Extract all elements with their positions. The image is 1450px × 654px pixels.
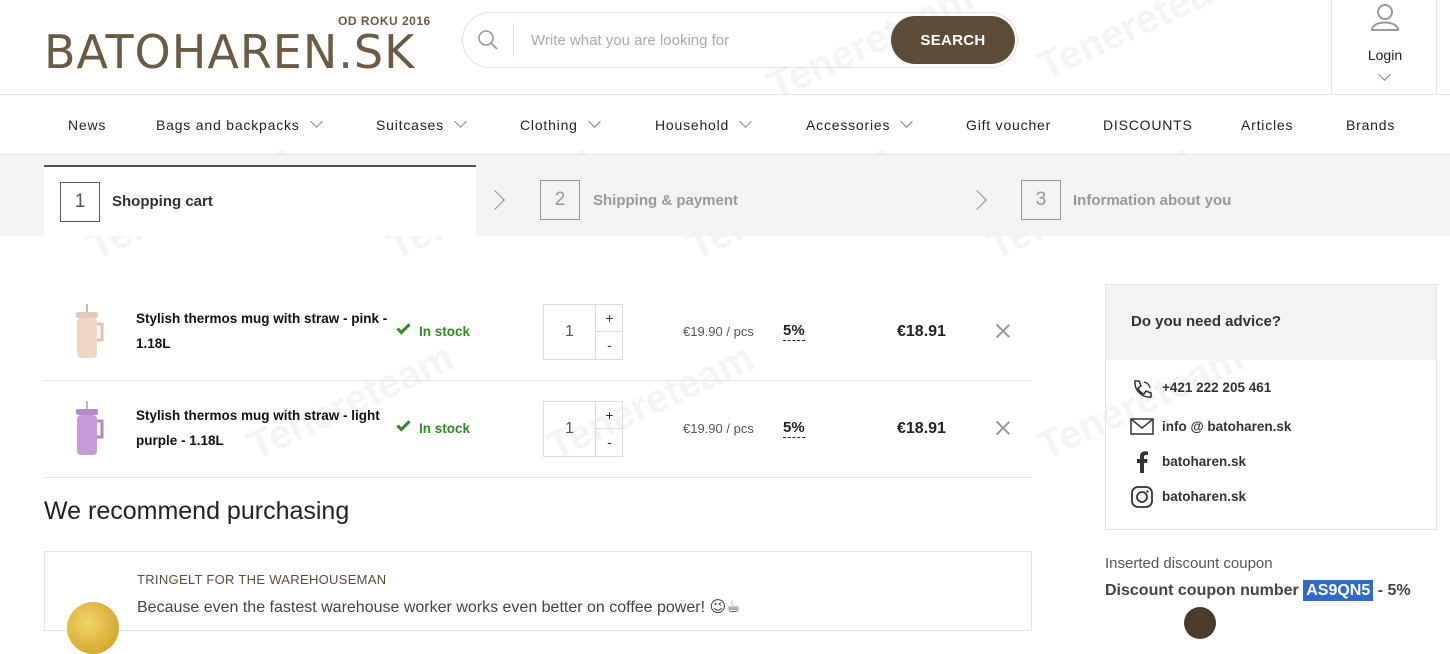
coupon-label: Inserted discount coupon xyxy=(1105,555,1273,572)
facebook-link[interactable]: batoharen.sk xyxy=(1162,454,1246,469)
nav-item-news[interactable]: News xyxy=(68,117,106,133)
recommend-item-name[interactable]: TRINGELT FOR THE WAREHOUSEMAN xyxy=(137,572,386,587)
instagram-link[interactable]: batoharen.sk xyxy=(1162,489,1246,504)
quantity-input[interactable]: 1 xyxy=(544,305,596,359)
phone-link[interactable]: +421 222 205 461 xyxy=(1162,380,1271,395)
quantity-increase-button[interactable]: + xyxy=(596,305,623,332)
unit-price: €19.90 / pcs xyxy=(683,421,754,436)
product-image[interactable] xyxy=(68,401,108,459)
recommend-item-description: Because even the fastest warehouse worke… xyxy=(137,599,741,616)
chevron-down-icon xyxy=(1378,68,1391,81)
search-divider xyxy=(513,23,514,57)
recommend-item[interactable]: TRINGELT FOR THE WAREHOUSEMAN Because ev… xyxy=(44,551,1032,654)
nav-label: News xyxy=(68,117,107,133)
chevron-down-icon xyxy=(309,115,323,128)
instagram-icon xyxy=(1131,486,1153,508)
line-total: €18.91 xyxy=(897,420,946,437)
nav-label: Articles xyxy=(1241,117,1294,133)
product-name[interactable]: Stylish thermos mug with straw - pink - … xyxy=(136,306,391,356)
chevron-right-icon xyxy=(967,190,987,210)
nav-item-brands[interactable]: Brands xyxy=(1346,117,1395,133)
stock-label: In stock xyxy=(419,421,471,436)
chevron-right-icon xyxy=(485,190,505,210)
step-shopping-cart[interactable]: 1 Shopping cart xyxy=(44,165,476,236)
quantity-decrease-button[interactable]: - xyxy=(596,429,623,456)
nav-item-accessories[interactable]: Accessories xyxy=(806,115,914,133)
nav-item-gift-voucher[interactable]: Gift voucher xyxy=(966,117,1051,133)
coupon-suffix: - 5% xyxy=(1373,582,1411,599)
quantity-stepper: 1 + - xyxy=(543,401,623,457)
search-bar: SEARCH xyxy=(462,12,1018,68)
search-icon[interactable] xyxy=(477,29,499,51)
step-number: 3 xyxy=(1021,180,1061,220)
remove-item-icon[interactable] xyxy=(994,419,1012,437)
nav-label: DISCOUNTS xyxy=(1103,117,1193,133)
advice-header: Do you need advice? xyxy=(1106,285,1436,360)
nav-label: Brands xyxy=(1346,117,1396,133)
line-total: €18.91 xyxy=(897,323,946,340)
login-button[interactable]: Login xyxy=(1331,0,1437,95)
nav-label: Gift voucher xyxy=(966,117,1052,133)
quantity-decrease-button[interactable]: - xyxy=(596,332,623,359)
stock-status: In stock xyxy=(396,320,471,339)
chevron-down-icon xyxy=(587,115,601,128)
quantity-input[interactable]: 1 xyxy=(544,402,596,456)
advice-panel: Do you need advice? +421 222 205 461 inf… xyxy=(1105,284,1437,530)
step-label: Information about you xyxy=(1073,192,1232,209)
nav-item-household[interactable]: Household xyxy=(655,115,753,133)
search-input[interactable] xyxy=(531,27,871,53)
cart-row: Stylish thermos mug with straw - light p… xyxy=(44,381,1032,478)
step-number: 2 xyxy=(540,180,580,220)
remove-item-icon[interactable] xyxy=(994,322,1012,340)
coupon-prefix: Discount coupon number xyxy=(1105,582,1299,599)
facebook-icon xyxy=(1137,451,1148,473)
product-image[interactable] xyxy=(68,304,108,362)
chevron-down-icon xyxy=(739,115,753,128)
discount-percent[interactable]: 5% xyxy=(783,419,805,438)
phone-icon xyxy=(1134,380,1152,398)
product-name[interactable]: Stylish thermos mug with straw - light p… xyxy=(136,403,391,453)
mail-icon xyxy=(1130,418,1154,435)
advice-title: Do you need advice? xyxy=(1131,313,1282,330)
cart-row: Stylish thermos mug with straw - pink - … xyxy=(44,284,1032,381)
chevron-down-icon xyxy=(454,115,467,128)
coupon-code[interactable]: AS9QN5 xyxy=(1303,580,1374,601)
recommend-heading: We recommend purchasing xyxy=(44,497,350,525)
nav-label: Bags and backpacks xyxy=(156,117,300,133)
email-link[interactable]: info @ batoharen.sk xyxy=(1162,419,1291,434)
coin-image xyxy=(67,602,119,654)
main-nav: News Bags and backpacks Suitcases Clothi… xyxy=(0,95,1450,155)
check-icon xyxy=(396,417,411,432)
user-icon xyxy=(1370,4,1400,31)
step-number: 1 xyxy=(60,182,100,222)
unit-price: €19.90 / pcs xyxy=(683,324,754,339)
site-logo[interactable]: OD ROKU 2016 BATOHAREN.SK xyxy=(44,14,434,76)
stock-label: In stock xyxy=(419,324,471,339)
nav-label: Household xyxy=(655,117,730,133)
nav-label: Clothing xyxy=(520,117,578,133)
coupon-info: Discount coupon number AS9QN5 - 5% xyxy=(1105,580,1411,601)
login-label: Login xyxy=(1367,47,1403,63)
nav-item-clothing[interactable]: Clothing xyxy=(520,115,601,133)
stock-status: In stock xyxy=(396,417,471,436)
logo-text: BATOHAREN.SK xyxy=(44,25,416,79)
nav-label: Suitcases xyxy=(376,117,444,133)
chevron-down-icon xyxy=(900,115,914,128)
nav-item-suitcases[interactable]: Suitcases xyxy=(376,115,467,133)
step-label: Shipping & payment xyxy=(593,192,739,209)
checkout-steps: 1 Shopping cart 2 Shipping & payment 3 I… xyxy=(0,155,1450,236)
search-button[interactable]: SEARCH xyxy=(891,16,1015,64)
nav-item-articles[interactable]: Articles xyxy=(1241,117,1293,133)
step-label: Shopping cart xyxy=(112,193,213,210)
discount-percent[interactable]: 5% xyxy=(783,322,805,341)
check-icon xyxy=(396,320,411,335)
quantity-increase-button[interactable]: + xyxy=(596,402,623,429)
nav-item-discounts[interactable]: DISCOUNTS xyxy=(1103,117,1193,133)
nav-label: Accessories xyxy=(806,117,891,133)
quantity-stepper: 1 + - xyxy=(543,304,623,360)
remove-coupon-button[interactable] xyxy=(1184,607,1216,639)
nav-item-bags[interactable]: Bags and backpacks xyxy=(156,115,323,133)
site-header: OD ROKU 2016 BATOHAREN.SK SEARCH Login xyxy=(0,0,1450,95)
